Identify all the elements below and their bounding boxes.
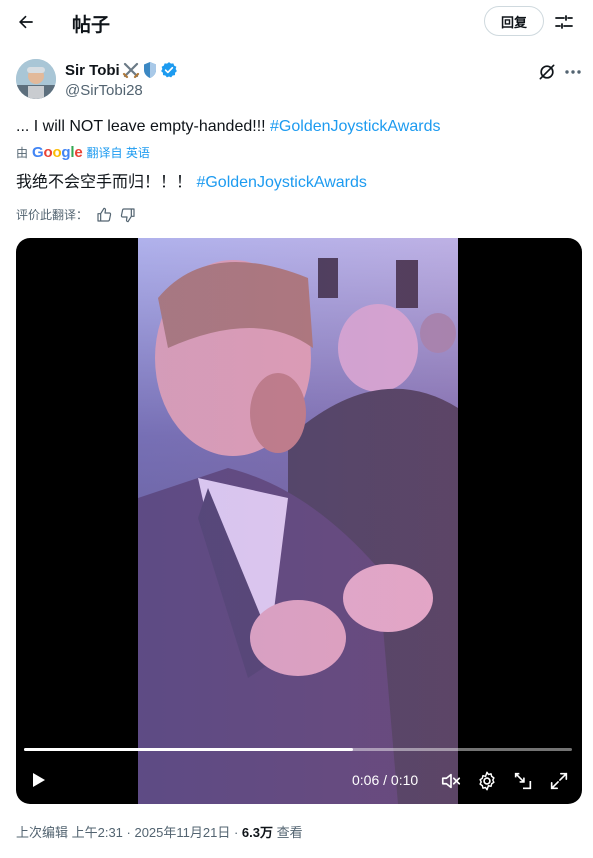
video-frame[interactable] bbox=[138, 238, 458, 804]
reply-button[interactable]: 回复 bbox=[484, 6, 544, 36]
hashtag-link[interactable]: #GoldenJoystickAwards bbox=[270, 118, 440, 135]
translation-attribution: 由 Google 翻译自 英语 bbox=[16, 144, 150, 161]
post-text-original: ... I will NOT leave empty-handed!!! #Go… bbox=[16, 118, 440, 136]
post-text-translated: 我绝不会空手而归！！！ #GoldenJoystickAwards bbox=[16, 168, 367, 192]
thumbs-up-icon[interactable] bbox=[96, 207, 112, 223]
author-name[interactable]: Sir Tobi bbox=[65, 62, 120, 79]
play-icon bbox=[33, 773, 45, 787]
sliders-icon[interactable] bbox=[552, 10, 576, 34]
crossed-swords-icon bbox=[122, 62, 140, 79]
fullscreen-button[interactable] bbox=[548, 770, 570, 792]
post-text-zh: 我绝不会空手而归！！！ bbox=[16, 174, 197, 191]
back-button[interactable] bbox=[12, 8, 40, 36]
settings-button[interactable] bbox=[476, 770, 498, 792]
translated-from-link[interactable]: 翻译自 英语 bbox=[87, 144, 150, 161]
page-title: 帖子 bbox=[72, 15, 111, 36]
shield-icon bbox=[144, 62, 156, 78]
volume-muted-icon bbox=[441, 773, 461, 789]
current-time: 0:06 bbox=[352, 772, 380, 788]
duration: 0:10 bbox=[390, 772, 419, 788]
google-logo: Google bbox=[32, 144, 83, 161]
hashtag-link-zh[interactable]: #GoldenJoystickAwards bbox=[196, 174, 366, 191]
rate-translation-label: 评价此翻译： bbox=[16, 208, 89, 222]
pip-button[interactable] bbox=[512, 770, 534, 792]
views-label: 查看 bbox=[272, 825, 303, 840]
author-badges bbox=[122, 61, 178, 79]
time-separator: / bbox=[379, 772, 391, 788]
more-options-icon[interactable] bbox=[563, 62, 583, 82]
video-progress-fill bbox=[24, 748, 353, 751]
arrow-left-icon bbox=[19, 15, 33, 29]
view-count: 6.3万 bbox=[241, 825, 273, 840]
play-button[interactable] bbox=[28, 770, 48, 790]
post-text-en: ... I will NOT leave empty-handed!!! bbox=[16, 118, 271, 135]
video-controls: 0:06 / 0:10 bbox=[16, 764, 582, 798]
gear-icon bbox=[479, 771, 495, 791]
mute-button[interactable] bbox=[440, 770, 462, 792]
rate-translation: 评价此翻译： bbox=[16, 206, 136, 223]
video-time: 0:06 / 0:10 bbox=[352, 772, 418, 788]
post-meta: 上次编辑 上午2:31 · 2025年11月21日 · 6.3万 查看 bbox=[16, 822, 303, 841]
author-handle[interactable]: @SirTobi28 bbox=[65, 82, 143, 99]
avatar[interactable] bbox=[16, 59, 56, 99]
picture-in-picture-icon bbox=[514, 772, 532, 790]
video-progress-bar[interactable] bbox=[24, 748, 572, 751]
thumbs-down-icon[interactable] bbox=[120, 207, 136, 223]
grok-icon[interactable] bbox=[537, 62, 557, 82]
translate-by-label: 由 bbox=[16, 146, 29, 160]
fullscreen-icon bbox=[550, 772, 568, 790]
top-bar: 帖子 回复 bbox=[0, 0, 593, 44]
post-timestamp[interactable]: 上次编辑 上午2:31 · 2025年11月21日 · bbox=[16, 825, 242, 840]
verified-badge-icon[interactable] bbox=[160, 61, 178, 79]
video-player[interactable]: 0:06 / 0:10 bbox=[16, 238, 582, 804]
